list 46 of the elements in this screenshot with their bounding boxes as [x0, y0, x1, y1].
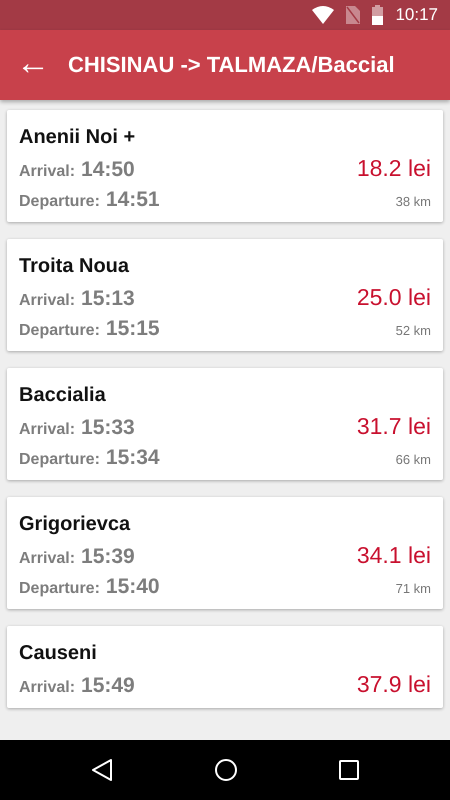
departure-label: Departure: [19, 193, 100, 211]
home-nav-icon[interactable] [214, 758, 238, 782]
departure-time: 14:51 [106, 188, 160, 212]
stop-name: Grigorievca [19, 513, 130, 536]
back-nav-icon[interactable] [90, 758, 113, 782]
departure-label: Departure: [19, 580, 100, 598]
arrival-time: 15:49 [81, 674, 135, 698]
arrival-label: Arrival: [19, 163, 76, 181]
route-title: CHISINAU -> TALMAZA/Baccial [68, 52, 395, 78]
stop-card[interactable]: Grigorievca Arrival: 15:39 34.1 lei Departure: 15:40 71 km [7, 497, 443, 609]
departure-time: 15:15 [106, 317, 160, 341]
stop-name: Troita Noua [19, 255, 130, 278]
arrival-time: 14:50 [81, 158, 135, 182]
distance: 38 km [396, 194, 431, 209]
departure-label: Departure: [19, 322, 100, 340]
wifi-icon [312, 6, 334, 24]
ticket-price: 34.1 lei [356, 542, 431, 569]
back-button[interactable]: ← [0, 46, 60, 84]
stop-name: Anenii Noi + [19, 126, 136, 149]
stop-card[interactable]: Causeni Arrival: 15:49 37.9 lei [7, 626, 443, 708]
stop-name: Causeni [19, 642, 97, 665]
arrival-label: Arrival: [19, 679, 76, 697]
stop-card[interactable]: Troita Noua Arrival: 15:13 25.0 lei Departure: 15:15 52 km [7, 239, 443, 351]
stop-card[interactable]: Baccialia Arrival: 15:33 31.7 lei Departure: 15:34 66 km [7, 368, 443, 480]
battery-icon [372, 5, 384, 25]
no-sim-icon [346, 6, 360, 24]
arrival-time: 15:33 [81, 416, 135, 440]
arrival-label: Arrival: [19, 292, 76, 310]
arrival-label: Arrival: [19, 550, 76, 568]
stop-name: Baccialia [19, 384, 106, 407]
ticket-price: 31.7 lei [356, 413, 431, 440]
distance: 71 km [396, 581, 431, 596]
distance: 66 km [396, 452, 431, 467]
clock-time: 10:17 [395, 5, 438, 25]
ticket-price: 25.0 lei [356, 284, 431, 311]
arrival-label: Arrival: [19, 421, 76, 439]
ticket-price: 18.2 lei [356, 155, 431, 182]
stop-card[interactable]: Anenii Noi + Arrival: 14:50 18.2 lei Departure: 14:51 38 km [7, 110, 443, 222]
departure-label: Departure: [19, 451, 100, 469]
arrival-time: 15:13 [81, 287, 135, 311]
arrival-time: 15:39 [81, 545, 135, 569]
ticket-price: 37.9 lei [356, 671, 431, 698]
departure-time: 15:40 [106, 575, 160, 599]
departure-time: 15:34 [106, 446, 160, 470]
distance: 52 km [396, 323, 431, 338]
recents-nav-icon[interactable] [339, 760, 360, 780]
